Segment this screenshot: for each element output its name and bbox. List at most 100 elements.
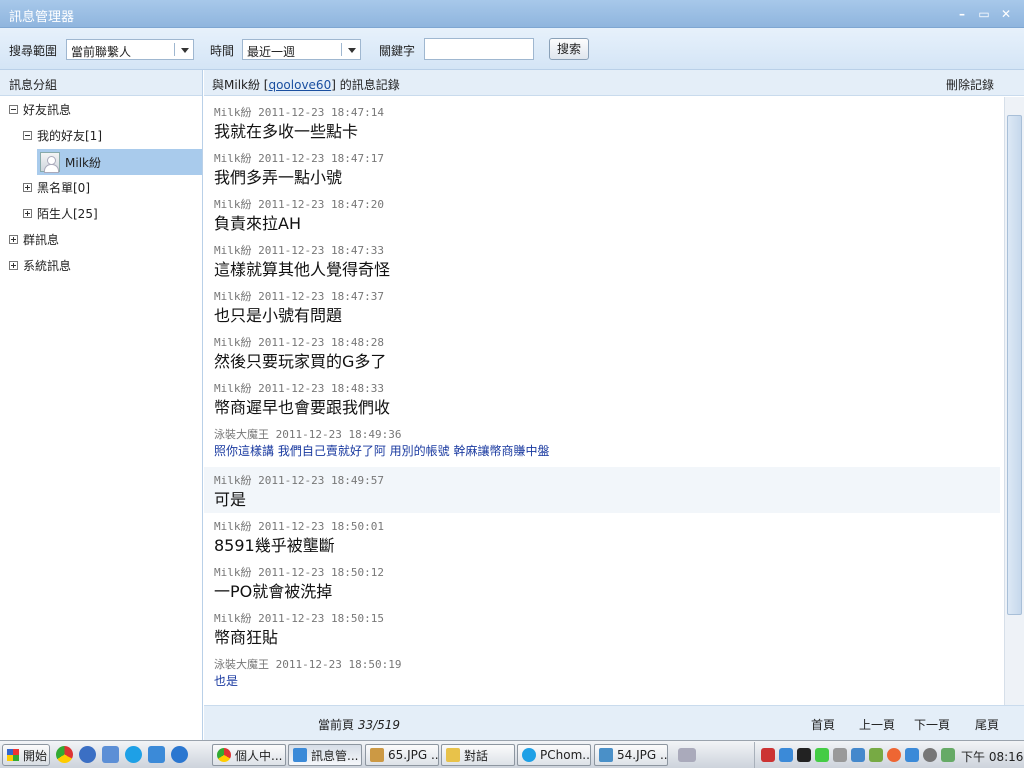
window-controls: – ▭ ✕ <box>954 6 1014 22</box>
tray-app-icon[interactable] <box>887 748 901 762</box>
message-text: 幣商遲早也會要跟我們收 <box>214 398 391 417</box>
task-button[interactable]: 65.JPG ... <box>365 744 439 766</box>
conversation-header: 與Milk紛 [qoolove60] 的訊息記錄 刪除記錄 <box>204 70 1024 96</box>
message-text: 我就在多收一些點卡 <box>214 122 359 141</box>
task-button[interactable]: 個人中... <box>212 744 286 766</box>
time-select[interactable]: 最近一週 <box>242 39 361 60</box>
first-page-button[interactable]: 首頁 <box>811 716 835 733</box>
qq-icon[interactable] <box>797 748 811 762</box>
tray-messenger-icon[interactable] <box>905 748 919 762</box>
message-item: 泳裝大魔王 2011-12-23 18:49:36 照你這樣講 我們自己賣就好了… <box>204 421 1000 467</box>
tray-app-icon[interactable] <box>761 748 775 762</box>
ie-icon[interactable] <box>171 746 188 763</box>
tree-item-strangers[interactable]: 陌生人[25] <box>23 202 98 224</box>
message-text: 負責來拉AH <box>214 214 301 233</box>
close-icon[interactable]: ✕ <box>998 6 1014 22</box>
next-page-button[interactable]: 下一頁 <box>914 716 950 733</box>
keyword-input[interactable] <box>424 38 534 60</box>
message-meta: 泳裝大魔王 2011-12-23 18:50:19 <box>214 658 402 671</box>
collapse-icon[interactable] <box>9 104 18 114</box>
message-text: 可是 <box>214 490 247 509</box>
avatar <box>40 152 60 173</box>
tray-app-icon[interactable] <box>833 748 847 762</box>
collapse-icon[interactable] <box>23 130 32 140</box>
message-text: 也只是小號有問題 <box>214 306 343 325</box>
task-button[interactable]: PChom... <box>517 744 591 766</box>
message-item: Milk紛 2011-12-23 18:47:37 也只是小號有問題 <box>204 283 1000 329</box>
message-scrollbar[interactable] <box>1004 97 1024 705</box>
tree-item-system-messages[interactable]: 系統訊息 <box>9 254 71 276</box>
message-list[interactable]: Milk紛 2011-12-23 18:47:14 我就在多收一些點卡 Milk… <box>204 97 1004 705</box>
tree-item-blacklist[interactable]: 黑名單[0] <box>23 176 90 198</box>
messenger-icon <box>293 748 307 762</box>
message-text: 然後只要玩家買的G多了 <box>214 352 387 371</box>
tray-messenger-icon[interactable] <box>779 748 793 762</box>
expand-icon[interactable] <box>9 260 18 270</box>
message-item: Milk紛 2011-12-23 18:49:57 可是 <box>204 467 1000 513</box>
image-viewer-icon <box>370 748 384 762</box>
time-value: 最近一週 <box>247 45 296 59</box>
message-item: Milk紛 2011-12-23 18:50:15 幣商狂貼 <box>204 605 1000 651</box>
scrollbar-thumb[interactable] <box>1007 115 1022 615</box>
delete-records-button[interactable]: 刪除記錄 <box>946 76 994 93</box>
conversation-panel: 與Milk紛 [qoolove60] 的訊息記錄 刪除記錄 Milk紛 2011… <box>204 70 1024 740</box>
task-button[interactable]: 對話 <box>441 744 515 766</box>
scope-label: 搜尋範圍 <box>9 44 58 58</box>
search-toolbar: 搜尋範圍 當前聯繫人 時間 最近一週 關鍵字 搜索 <box>0 28 1024 70</box>
media-player-icon[interactable] <box>79 746 96 763</box>
messenger-icon[interactable] <box>148 746 165 763</box>
prev-page-button[interactable]: 上一頁 <box>859 716 895 733</box>
window-title: 訊息管理器 <box>9 10 75 25</box>
message-text: 這樣就算其他人覺得奇怪 <box>214 260 391 279</box>
maximize-icon[interactable]: ▭ <box>976 6 992 22</box>
title-bar: 訊息管理器 – ▭ ✕ <box>0 0 1024 28</box>
folder-icon <box>446 748 460 762</box>
expand-icon[interactable] <box>23 208 32 218</box>
keyword-label: 關鍵字 <box>379 44 416 58</box>
app-icon[interactable] <box>102 746 119 763</box>
tray-network-icon[interactable] <box>851 748 865 762</box>
start-button[interactable]: 開始 <box>2 744 50 766</box>
message-item: Milk紛 2011-12-23 18:47:33 這樣就算其他人覺得奇怪 <box>204 237 1000 283</box>
message-text: 也是 <box>214 674 239 688</box>
chrome-icon[interactable] <box>56 746 73 763</box>
tree-item-my-friends[interactable]: 我的好友[1] <box>23 124 102 146</box>
conversation-title: 與Milk紛 [qoolove60] 的訊息記錄 <box>212 78 400 92</box>
last-page-button[interactable]: 尾頁 <box>975 716 999 733</box>
group-tree-header: 訊息分組 <box>0 70 202 96</box>
task-button[interactable]: 54.JPG ... <box>594 744 668 766</box>
message-text: 一PO就會被洗掉 <box>214 582 333 601</box>
search-button[interactable]: 搜索 <box>549 38 589 60</box>
keyboard-icon[interactable] <box>678 748 696 762</box>
tray-app-icon[interactable] <box>941 748 955 762</box>
current-page: 當前頁 33/519 <box>318 718 401 732</box>
contact-id-link[interactable]: qoolove60 <box>268 78 331 92</box>
scope-value: 當前聯繫人 <box>71 45 132 59</box>
skype-icon <box>522 748 536 762</box>
group-tree-panel: 訊息分組 好友訊息 我的好友[1] Milk紛 黑名單[0] 陌生人[25] 群… <box>0 70 203 740</box>
message-item: Milk紛 2011-12-23 18:50:01 8591幾乎被壟斷 <box>204 513 1000 559</box>
image-icon <box>599 748 613 762</box>
minimize-icon[interactable]: – <box>954 6 970 22</box>
tree-item-contact-selected[interactable]: Milk紛 <box>37 149 202 175</box>
scope-select[interactable]: 當前聯繫人 <box>66 39 194 60</box>
expand-icon[interactable] <box>9 234 18 244</box>
windows-logo-icon <box>7 749 19 761</box>
skype-icon[interactable] <box>125 746 142 763</box>
message-item: Milk紛 2011-12-23 18:47:14 我就在多收一些點卡 <box>204 99 1000 145</box>
task-button-active[interactable]: 訊息管... <box>288 744 362 766</box>
taskbar: 開始 個人中... 訊息管... 65.JPG ... 對話 PChom... … <box>0 740 1024 768</box>
tree-item-group-messages[interactable]: 群訊息 <box>9 228 59 250</box>
tray-volume-icon[interactable] <box>923 748 937 762</box>
tray-shield-icon[interactable] <box>815 748 829 762</box>
chevron-down-icon <box>348 48 356 53</box>
message-item: Milk紛 2011-12-23 18:50:12 一PO就會被洗掉 <box>204 559 1000 605</box>
clock: 下午 08:16 <box>961 750 1024 764</box>
tree-item-friends[interactable]: 好友訊息 <box>9 98 71 120</box>
message-meta: 泳裝大魔王 2011-12-23 18:49:36 <box>214 428 402 441</box>
tray-app-icon[interactable] <box>869 748 883 762</box>
expand-icon[interactable] <box>23 182 32 192</box>
message-item: Milk紛 2011-12-23 18:47:20 負責來拉AH <box>204 191 1000 237</box>
message-text: 我們多弄一點小號 <box>214 168 343 187</box>
pagination-bar: 當前頁 33/519 首頁 上一頁 下一頁 尾頁 <box>204 705 1024 740</box>
